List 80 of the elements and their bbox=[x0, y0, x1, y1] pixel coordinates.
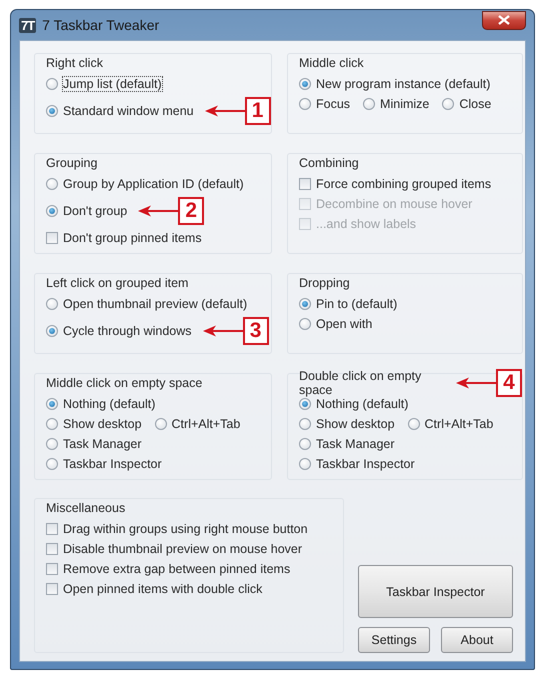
radio-button[interactable] bbox=[299, 298, 311, 310]
radio-button[interactable] bbox=[363, 98, 376, 110]
radio-button[interactable] bbox=[408, 418, 420, 430]
checkbox[interactable] bbox=[46, 543, 58, 555]
option-label[interactable]: Focus bbox=[316, 97, 350, 111]
group-title: Left click on grouped item bbox=[46, 276, 188, 290]
option-label[interactable]: Show desktop bbox=[316, 417, 395, 431]
radio-button[interactable] bbox=[299, 458, 311, 470]
option-label[interactable]: Ctrl+Alt+Tab bbox=[172, 417, 240, 431]
option-label[interactable]: Open pinned items with double click bbox=[63, 582, 262, 596]
taskbar-inspector-button[interactable]: Taskbar Inspector bbox=[358, 565, 513, 618]
window-title: 7 Taskbar Tweaker bbox=[42, 17, 160, 33]
callout-number: 1 bbox=[244, 97, 271, 125]
radio-button[interactable] bbox=[46, 205, 58, 217]
app-icon: 7T bbox=[19, 18, 36, 32]
option-label[interactable]: Show desktop bbox=[63, 417, 142, 431]
group-title: Combining bbox=[299, 156, 359, 170]
group-title: Miscellaneous bbox=[46, 501, 126, 515]
option-label[interactable]: Don't group bbox=[63, 204, 128, 218]
checkbox[interactable] bbox=[46, 232, 58, 244]
callout-arrow bbox=[138, 205, 178, 217]
radio-button[interactable] bbox=[299, 98, 311, 110]
option-label[interactable]: New program instance (default) bbox=[316, 77, 490, 91]
radio-button[interactable] bbox=[46, 458, 58, 470]
radio-button[interactable] bbox=[46, 398, 58, 410]
group-title: Double click on empty space bbox=[299, 369, 422, 397]
close-icon bbox=[498, 15, 510, 25]
callout-number: 2 bbox=[178, 197, 204, 225]
option-label[interactable]: Force combining grouped items bbox=[316, 177, 492, 191]
option-label[interactable]: Ctrl+Alt+Tab bbox=[424, 417, 494, 431]
dialog-button[interactable]: About bbox=[441, 627, 513, 653]
radio-button[interactable] bbox=[299, 438, 311, 450]
option-label[interactable]: Task Manager bbox=[63, 437, 142, 451]
radio-button[interactable] bbox=[154, 418, 167, 430]
radio-button[interactable] bbox=[299, 418, 311, 430]
option-label[interactable]: Disable thumbnail preview on mouse hover bbox=[63, 542, 302, 556]
option-label[interactable]: Close bbox=[459, 97, 492, 111]
option-label[interactable]: Minimize bbox=[380, 97, 430, 111]
callout-arrow bbox=[204, 105, 245, 117]
option-label[interactable]: Nothing (default) bbox=[63, 397, 156, 411]
option-label[interactable]: Cycle through windows bbox=[63, 324, 192, 338]
radio-button[interactable] bbox=[299, 398, 311, 410]
radio-button[interactable] bbox=[46, 105, 58, 117]
group-title: Dropping bbox=[299, 276, 350, 290]
group-title: Grouping bbox=[46, 156, 98, 170]
option-label[interactable]: Pin to (default) bbox=[316, 297, 398, 311]
radio-button[interactable] bbox=[299, 318, 311, 330]
callout-number: 4 bbox=[496, 369, 522, 397]
checkbox[interactable] bbox=[299, 178, 311, 190]
close-button[interactable] bbox=[482, 10, 526, 30]
option-label[interactable]: Nothing (default) bbox=[316, 397, 408, 411]
group-title: Middle click on empty space bbox=[46, 376, 202, 390]
radio-button[interactable] bbox=[46, 438, 58, 450]
option-label[interactable]: Don't group pinned items bbox=[63, 231, 202, 245]
option-label[interactable]: Open thumbnail preview (default) bbox=[63, 297, 248, 311]
option-label[interactable]: Taskbar Inspector bbox=[63, 457, 162, 471]
callout-arrow bbox=[456, 377, 496, 389]
option-label[interactable]: Jump list (default) bbox=[63, 77, 162, 91]
option-label[interactable]: Remove extra gap between pinned items bbox=[63, 562, 290, 576]
option-label[interactable]: Open with bbox=[316, 317, 372, 331]
radio-button[interactable] bbox=[46, 325, 58, 337]
checkbox[interactable] bbox=[46, 523, 58, 535]
radio-button[interactable] bbox=[442, 98, 454, 110]
option-label[interactable]: Task Manager bbox=[316, 437, 395, 451]
dialog-button[interactable]: Settings bbox=[358, 627, 430, 653]
option-label[interactable]: Taskbar Inspector bbox=[316, 457, 415, 471]
radio-button[interactable] bbox=[46, 78, 58, 90]
radio-button[interactable] bbox=[46, 178, 58, 190]
callout-number: 3 bbox=[242, 317, 269, 345]
group-title: Middle click bbox=[299, 56, 364, 70]
radio-button[interactable] bbox=[46, 298, 58, 310]
callout-arrow bbox=[202, 325, 243, 337]
option-label[interactable]: Standard window menu bbox=[63, 104, 194, 118]
radio-button[interactable] bbox=[299, 78, 311, 90]
radio-button[interactable] bbox=[46, 418, 58, 430]
option-label[interactable]: Drag within groups using right mouse button bbox=[63, 522, 308, 536]
checkbox[interactable] bbox=[46, 583, 58, 595]
checkbox[interactable] bbox=[46, 563, 58, 575]
group-title: Right click bbox=[46, 56, 103, 70]
option-label[interactable]: Group by Application ID (default) bbox=[63, 177, 244, 191]
